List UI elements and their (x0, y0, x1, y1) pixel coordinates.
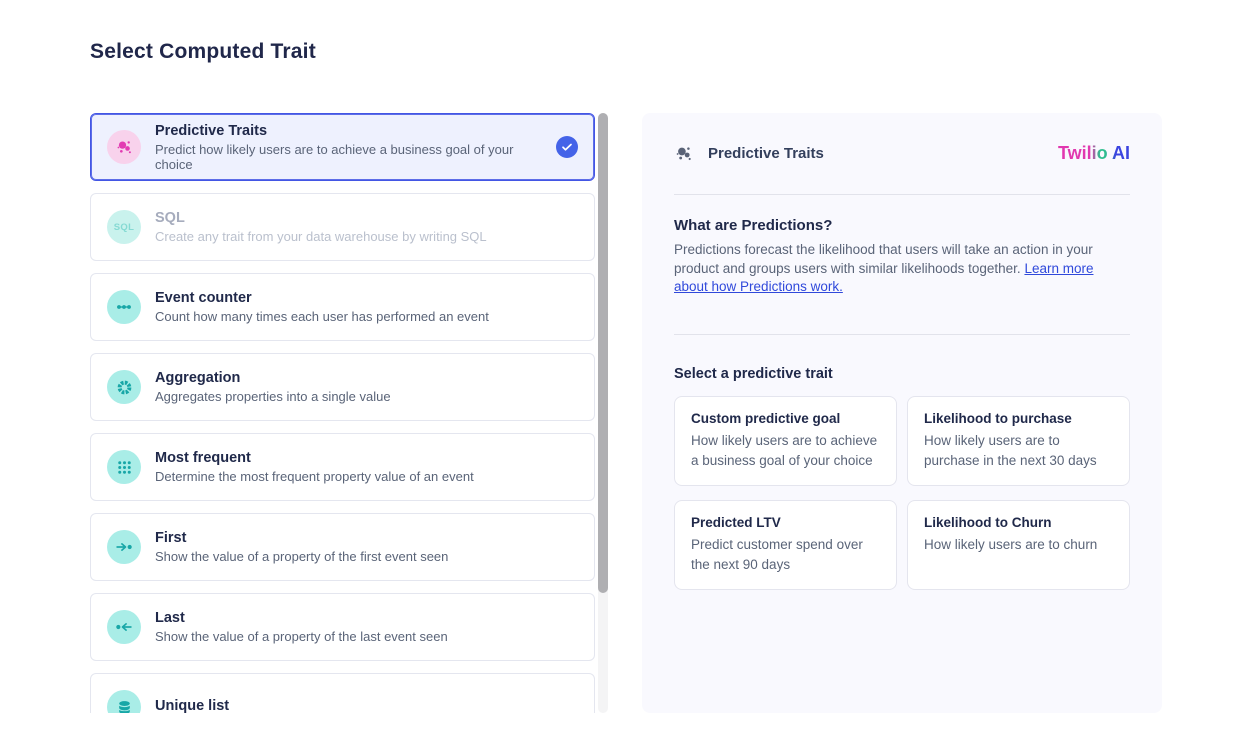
cluster-icon (107, 130, 141, 164)
predictive-trait-card[interactable]: Custom predictive goal How likely users … (674, 396, 897, 486)
trait-item-text: Unique list (155, 698, 229, 714)
aggregation-gear-icon (107, 370, 141, 404)
divider (674, 194, 1130, 195)
trait-list-item[interactable]: Event counter Count how many times each … (90, 273, 595, 341)
about-predictions-heading: What are Predictions? (674, 217, 1130, 234)
trait-item-text: Aggregation Aggregates properties into a… (155, 370, 391, 404)
predictive-trait-grid: Custom predictive goal How likely users … (674, 396, 1130, 590)
first-arrow-icon (107, 530, 141, 564)
check-icon (561, 141, 573, 153)
detail-panel-title: Predictive Traits (708, 145, 824, 162)
predictive-trait-card-description: How likely users are to purchase in the … (924, 431, 1113, 471)
trait-list-item[interactable]: Predictive Traits Predict how likely use… (90, 113, 595, 181)
predictive-trait-card[interactable]: Likelihood to purchase How likely users … (907, 396, 1130, 486)
trait-item-description: Determine the most frequent property val… (155, 469, 474, 484)
detail-header: Predictive Traits Twilio AI (674, 143, 1130, 164)
trait-item-description: Aggregates properties into a single valu… (155, 389, 391, 404)
computed-trait-list: Predictive Traits Predict how likely use… (90, 113, 595, 713)
last-arrow-icon (107, 610, 141, 644)
predictive-trait-card[interactable]: Predicted LTV Predict customer spend ove… (674, 500, 897, 590)
trait-list-item[interactable]: SQL SQL Create any trait from your data … (90, 193, 595, 261)
trait-item-title: Unique list (155, 698, 229, 714)
trait-item-description: Predict how likely users are to achieve … (155, 142, 542, 172)
trait-list-item[interactable]: Last Show the value of a property of the… (90, 593, 595, 661)
predictive-trait-card-title: Likelihood to purchase (924, 411, 1113, 426)
trait-item-description: Show the value of a property of the last… (155, 629, 448, 644)
predictive-trait-card-description: How likely users are to achieve a busine… (691, 431, 880, 471)
trait-list-scrollbar-track[interactable] (598, 113, 608, 713)
predictive-trait-picker-heading: Select a predictive trait (674, 366, 1130, 382)
trait-detail-panel: Predictive Traits Twilio AI What are Pre… (642, 113, 1162, 713)
selected-check-badge (556, 136, 578, 158)
trait-item-text: Event counter Count how many times each … (155, 290, 489, 324)
predictive-trait-card-title: Custom predictive goal (691, 411, 880, 426)
twilio-ai-logo: Twilio AI (1058, 143, 1130, 164)
trait-item-title: Event counter (155, 290, 489, 306)
trait-item-title: SQL (155, 210, 487, 226)
trait-list-item[interactable]: Most frequent Determine the most frequen… (90, 433, 595, 501)
trait-item-title: First (155, 530, 448, 546)
trait-item-title: Most frequent (155, 450, 474, 466)
trait-list-item[interactable]: Unique list (90, 673, 595, 713)
trait-item-text: Most frequent Determine the most frequen… (155, 450, 474, 484)
page-title: Select Computed Trait (90, 40, 316, 64)
trait-list-scrollbar-thumb[interactable] (598, 113, 608, 593)
trait-item-text: Predictive Traits Predict how likely use… (155, 123, 542, 172)
cluster-icon (674, 144, 694, 164)
trait-list-item[interactable]: Aggregation Aggregates properties into a… (90, 353, 595, 421)
grid-dots-icon (107, 450, 141, 484)
predictive-trait-card[interactable]: Likelihood to Churn How likely users are… (907, 500, 1130, 590)
database-icon (107, 690, 141, 713)
sql-icon: SQL (107, 210, 141, 244)
trait-item-text: SQL Create any trait from your data ware… (155, 210, 487, 244)
trait-item-title: Predictive Traits (155, 123, 542, 139)
predictive-trait-card-description: How likely users are to churn (924, 535, 1113, 555)
predictive-trait-card-description: Predict customer spend over the next 90 … (691, 535, 880, 575)
trait-item-title: Last (155, 610, 448, 626)
trait-item-description: Create any trait from your data warehous… (155, 229, 487, 244)
trait-item-description: Show the value of a property of the firs… (155, 549, 448, 564)
trait-item-text: First Show the value of a property of th… (155, 530, 448, 564)
predictive-trait-card-title: Predicted LTV (691, 515, 880, 530)
divider (674, 334, 1130, 335)
trait-item-description: Count how many times each user has perfo… (155, 309, 489, 324)
trait-item-text: Last Show the value of a property of the… (155, 610, 448, 644)
event-counter-icon (107, 290, 141, 324)
trait-list-item[interactable]: First Show the value of a property of th… (90, 513, 595, 581)
trait-item-title: Aggregation (155, 370, 391, 386)
about-predictions-body: Predictions forecast the likelihood that… (674, 241, 1130, 297)
predictive-trait-card-title: Likelihood to Churn (924, 515, 1113, 530)
